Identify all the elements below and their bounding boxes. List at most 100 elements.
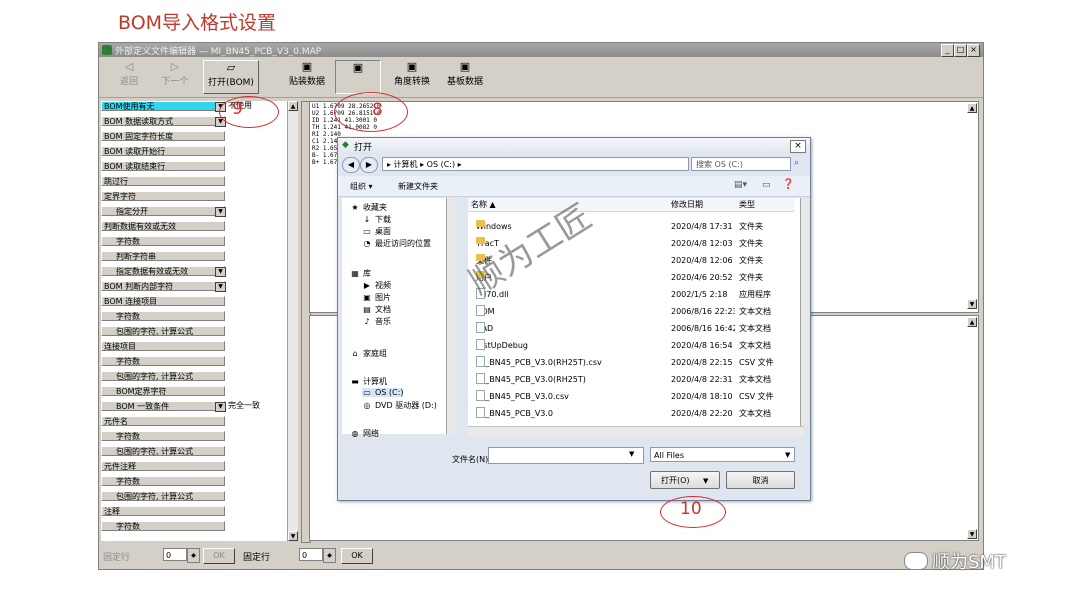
grid-row-value[interactable] [226,296,290,306]
grid-row[interactable]: 字符数 [101,521,291,532]
nav-item[interactable]: ▶ 视频 [362,280,391,291]
organize-menu[interactable]: 组织 ▾ [350,181,373,192]
grid-row[interactable]: 指定数据有效或无效 ▼ [101,266,291,277]
fixed-row-input-right[interactable]: 0 [299,548,323,561]
next-button[interactable]: ▷ 下一个 [153,60,197,92]
grid-row[interactable]: 字符数 [101,356,291,367]
ok-button-right[interactable]: OK [341,548,373,564]
fixed-row-spinner-left[interactable]: ◆ [187,548,200,563]
column-header-type[interactable]: 类型 [736,198,794,212]
new-folder-button[interactable]: 新建文件夹 [398,181,438,192]
prev-button[interactable]: ◁ 返回 [109,60,149,92]
grid-row[interactable]: 字符数 [101,236,291,247]
fixed-row-spinner-right[interactable]: ◆ [323,548,336,563]
dropdown-icon[interactable]: ▼ [215,402,226,412]
grid-row-value[interactable]: 完全一致 [226,401,290,411]
open-dropdown-icon[interactable]: ▼ [703,472,708,490]
grid-row-value[interactable] [226,446,290,456]
grid-row[interactable]: 连接项目 [101,341,291,352]
grid-row[interactable]: BOM 读取结束行 [101,161,291,172]
grid-row[interactable]: 判断字符串 [101,251,291,262]
dialog-close-button[interactable]: × [790,140,806,153]
address-bar[interactable]: ▸ 计算机 ▸ OS (C:) ▸ [382,157,689,171]
nav-item[interactable]: ▭ 桌面 [362,226,391,237]
open-button[interactable]: 打开(O) ▼ [650,471,720,489]
window-titlebar[interactable]: 外部定义文件编辑器 — MI_BN45_PCB_V3_0.MAP _ □ × [99,43,983,57]
nav-item[interactable]: ↓ 下载 [362,214,391,225]
nav-item[interactable]: ▤ 文档 [362,304,391,315]
grid-row[interactable]: 包围的字符, 计算公式 [101,446,291,457]
filetype-select[interactable]: All Files ▼ [650,447,795,462]
grid-row[interactable]: BOM 读取开始行 [101,146,291,157]
nav-item[interactable]: ◍ 网络 [350,428,380,439]
grid-row[interactable]: BOM 固定字符长度 [101,131,291,142]
grid-row-value[interactable] [226,386,290,396]
grid-row[interactable]: 定界字符 [101,191,291,202]
grid-row[interactable]: 包围的字符, 计算公式 [101,326,291,337]
grid-row-value[interactable] [226,266,290,276]
grid-row[interactable]: 字符数 [101,311,291,322]
nav-item[interactable]: ▣ 图片 [362,292,391,303]
grid-row[interactable]: BOM 一致条件 ▼ 完全一致 [101,401,291,412]
filename-dropdown-icon[interactable]: ▼ [629,450,634,458]
mount-data-button[interactable]: ▣ 贴装数据 [285,60,329,92]
grid-row-value[interactable] [226,506,290,516]
grid-row-value[interactable] [226,491,290,501]
grid-scrollbar[interactable]: ▲ ▼ [287,101,298,541]
dialog-titlebar[interactable]: ◆ 打开 × [338,138,810,154]
nav-item[interactable]: ◔ 最近访问的位置 [362,238,432,249]
file-list-scrollbar[interactable] [800,198,809,426]
grid-row-value[interactable] [226,521,290,531]
grid-row-value[interactable] [226,476,290,486]
board-data-button[interactable]: ▣ 基板数据 [441,60,489,92]
scroll-up-arrow[interactable]: ▲ [967,317,977,327]
dropdown-icon[interactable]: ▼ [215,207,226,217]
file-row[interactable]: MI_BN45_PCB_V3.0(RH25T) 2020/4/8 22:31 文本文… [468,373,804,387]
scroll-down-arrow[interactable]: ▼ [967,529,977,539]
filename-input[interactable]: ▼ [488,447,644,464]
angle-convert-button[interactable]: ▣ 角度转换 [387,60,437,92]
back-button[interactable]: ◀ [342,157,360,173]
grid-row[interactable]: 字符数 [101,476,291,487]
preview-pane-icon[interactable]: ▭ [762,180,771,190]
open-bom-button[interactable]: ▱ 打开(BOM) [203,60,259,94]
help-icon[interactable]: ❓ [782,179,794,190]
file-row[interactable]: BOM 2006/8/16 22:23 文本文档 [468,305,804,319]
cancel-button[interactable]: 取消 [726,471,795,489]
grid-row-value[interactable] [226,461,290,471]
grid-row-value[interactable] [226,161,290,171]
nav-scrollbar[interactable] [446,198,455,434]
nav-item[interactable]: ⌂ 家庭组 [350,348,387,359]
file-row[interactable]: MI_BN45_PCB_V3.0.csv 2020/4/8 18:10 CSV 文件 [468,390,804,404]
column-header-date[interactable]: 修改日期 [668,198,736,212]
grid-row-value[interactable] [226,176,290,186]
forward-button[interactable]: ▶ [360,157,378,173]
scroll-up-arrow[interactable]: ▲ [967,103,977,113]
file-row[interactable]: MI_BN45_PCB_V3.0(RH25T).csv 2020/4/8 22:1… [468,356,804,370]
dropdown-icon[interactable]: ▼ [215,267,226,277]
grid-row[interactable]: 跳过行 [101,176,291,187]
file-row[interactable]: atl70.dll 2002/1/5 2:18 应用程序 [468,288,804,302]
close-button[interactable]: × [967,44,980,57]
grid-row[interactable]: 指定分开 ▼ [101,206,291,217]
grid-row[interactable]: 字符数 [101,431,291,442]
bom-format-button[interactable]: ▣ ... [335,60,381,94]
grid-row-value[interactable] [226,416,290,426]
grid-row-value[interactable] [226,356,290,366]
nav-item[interactable]: ▭ OS (C:) [362,388,404,397]
grid-row-value[interactable] [226,431,290,441]
search-input[interactable]: 搜索 OS (C:) [691,157,791,171]
dropdown-icon[interactable]: ▼ [215,282,226,292]
ok-button-left[interactable]: OK [203,548,235,564]
grid-row-value[interactable] [226,311,290,321]
grid-row-value[interactable] [226,131,290,141]
scroll-up-arrow[interactable]: ▲ [288,101,298,111]
grid-row-value[interactable] [226,146,290,156]
file-row[interactable]: MI_BN45_PCB_V3.0 2020/4/8 22:20 文本文档 [468,407,804,421]
search-icon[interactable]: ⌕ [794,158,799,168]
view-options-icon[interactable]: ▤▾ [734,180,747,190]
grid-row-value[interactable] [226,326,290,336]
grid-row[interactable]: 判断数据有效或无效 [101,221,291,232]
grid-row[interactable]: BOM 判断内部字符 ▼ [101,281,291,292]
nav-item[interactable]: ◎ DVD 驱动器 (D:) [362,400,437,411]
